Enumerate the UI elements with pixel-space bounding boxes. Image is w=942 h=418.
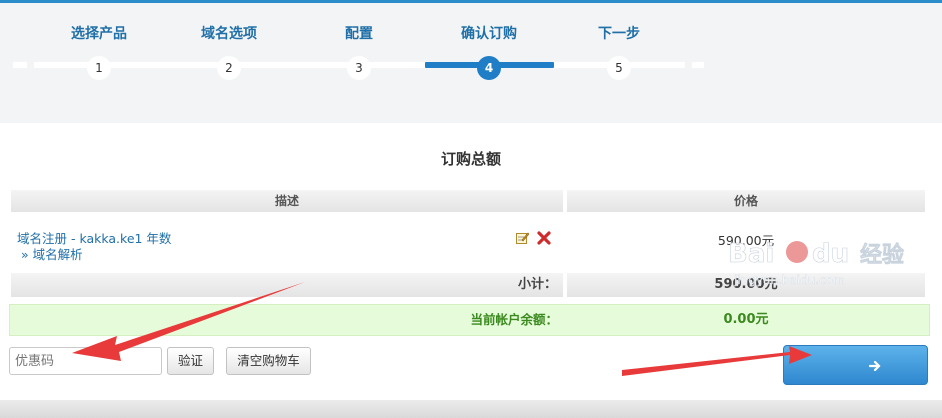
- balance-label: 当前帐户余额：: [470, 312, 558, 327]
- step-label-5: 下一步: [598, 26, 640, 42]
- step-number-3[interactable]: 3: [347, 56, 371, 80]
- svg-text:Bai: Bai: [728, 239, 774, 269]
- progress-track-segment: [13, 62, 27, 68]
- subtotal-label: 小计：: [11, 273, 563, 297]
- page-footer-strip: [0, 400, 942, 418]
- edit-icon[interactable]: [516, 232, 529, 244]
- svg-text:经验: 经验: [860, 242, 904, 268]
- step-number-4: 4: [477, 56, 501, 80]
- column-header-description: 描述: [11, 190, 563, 212]
- item-addon[interactable]: » 域名解析: [21, 244, 83, 263]
- step-label-4: 确认订购: [461, 26, 517, 42]
- delete-icon[interactable]: [536, 230, 552, 246]
- step-label-3[interactable]: 配置: [304, 23, 414, 43]
- step-label-1[interactable]: 选择产品: [44, 23, 154, 43]
- clear-cart-button[interactable]: 清空购物车: [226, 347, 311, 375]
- balance-value: 0.00元: [723, 312, 769, 327]
- column-header-price: 价格: [567, 190, 925, 212]
- step-label-2[interactable]: 域名选项: [174, 23, 284, 43]
- progress-steps: 选择产品 域名选项 配置 确认订购 下一步 1 2 3 4 5: [0, 3, 942, 123]
- summary-title: 订购总额: [440, 150, 501, 168]
- arrow-right-icon: [868, 360, 881, 372]
- promo-code-input[interactable]: [9, 347, 162, 375]
- step-number-2[interactable]: 2: [217, 56, 241, 80]
- balance-row: 当前帐户余额： 0.00元: [9, 304, 930, 336]
- step-number-5: 5: [607, 56, 631, 80]
- svg-text:du: du: [812, 239, 849, 269]
- verify-button[interactable]: 验证: [167, 347, 214, 375]
- progress-track-segment: [692, 62, 704, 68]
- next-button[interactable]: [783, 345, 928, 385]
- step-number-1[interactable]: 1: [87, 56, 111, 80]
- watermark-logo: Bai du 经验 jingyan.baidu.com: [728, 239, 905, 287]
- svg-text:jingyan.baidu.com: jingyan.baidu.com: [733, 273, 845, 287]
